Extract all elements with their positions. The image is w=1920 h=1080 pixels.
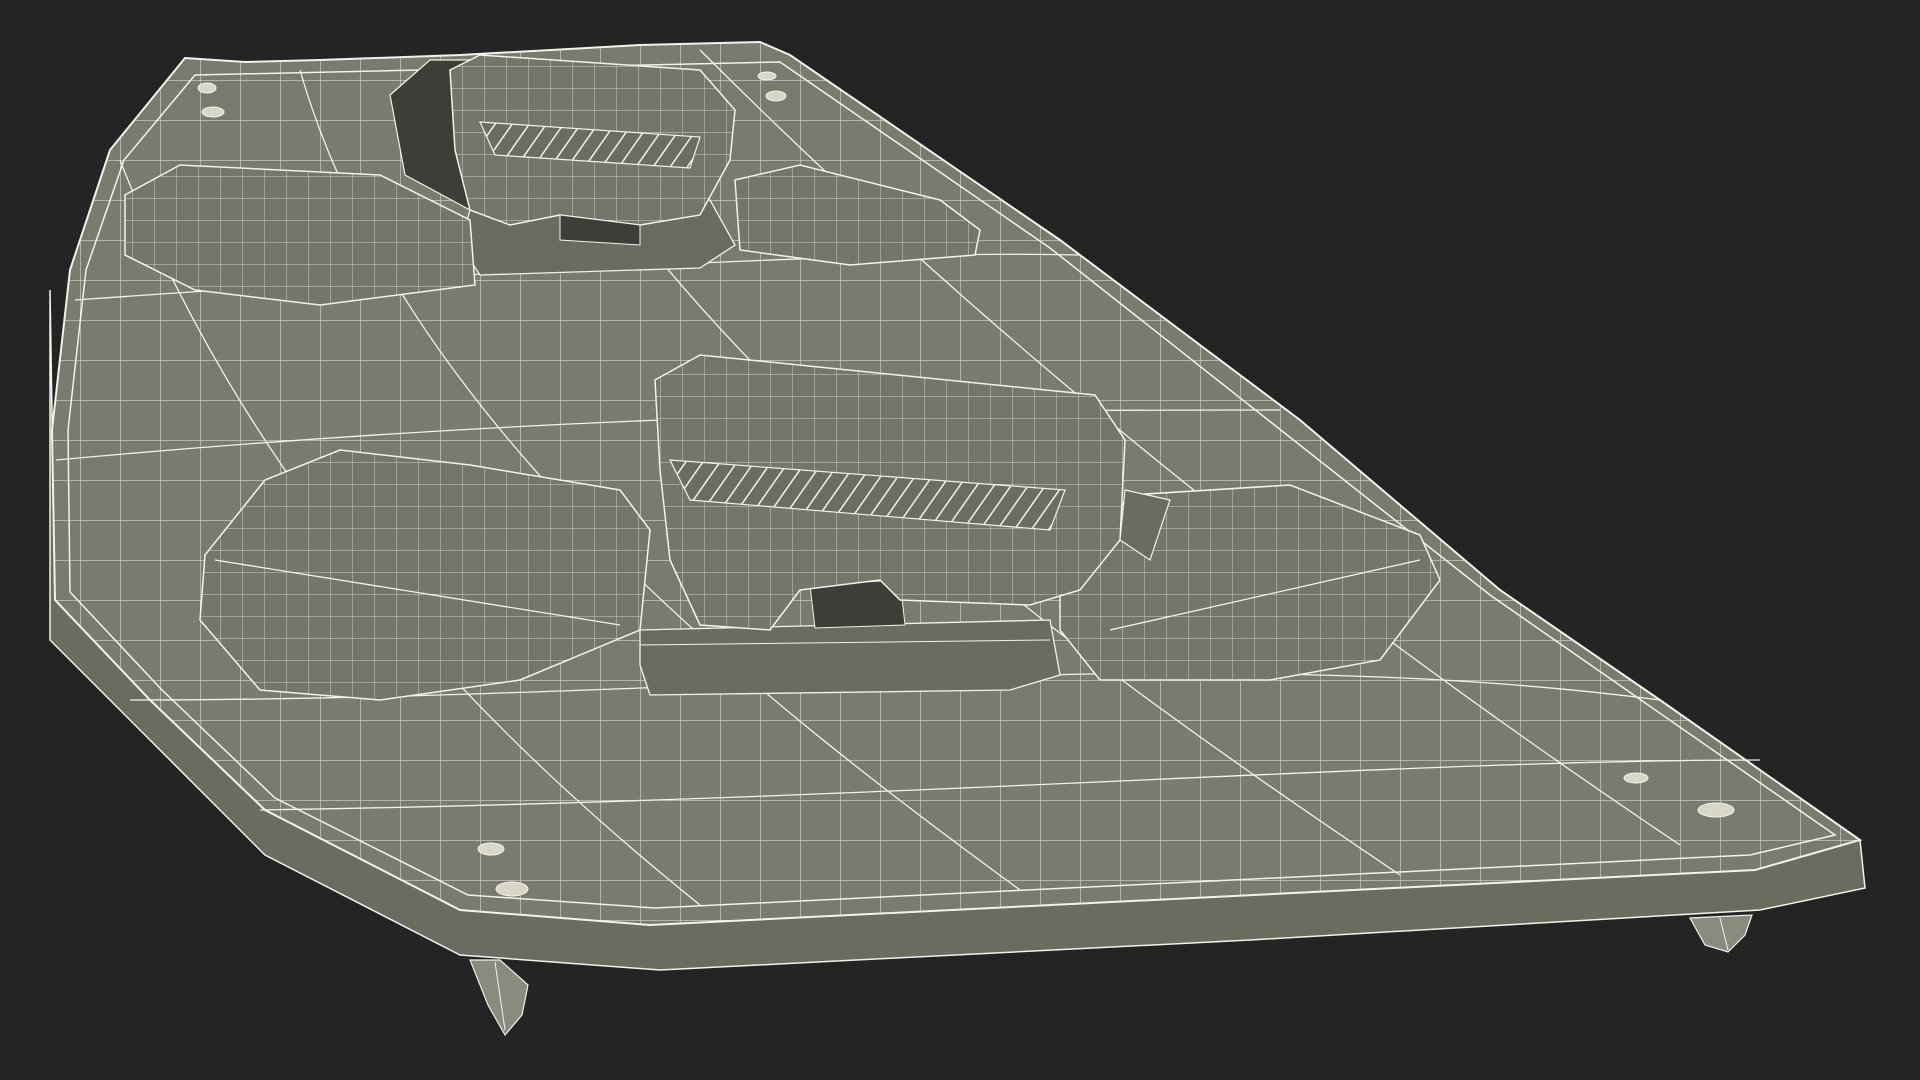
fin [1689,914,1753,953]
fin [469,959,529,1037]
render-viewport [0,0,1920,1080]
wakeboard-wireframe [49,40,1866,1037]
